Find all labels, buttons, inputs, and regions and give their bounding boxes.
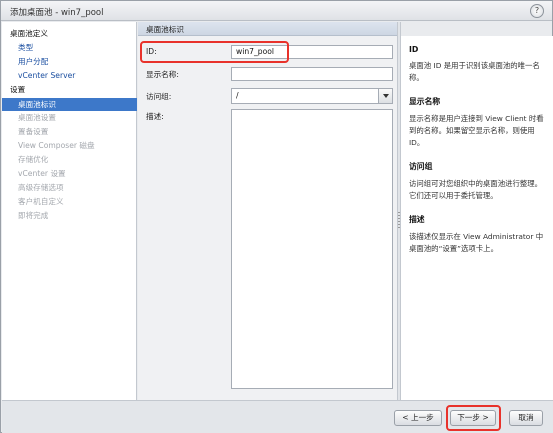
help-panel: ID 桌面池 ID 是用于识别该桌面池的唯一名称。 显示名称 显示名称是用户连接… [401,36,553,400]
nav-item-vcenter-server[interactable]: vCenter Server [2,70,137,82]
next-button-highlight [446,405,501,431]
access-group-label: 访问组: [146,92,172,101]
wizard-nav: 桌面池定义 类型 用户分配 vCenter Server 设置 桌面池标识 桌面… [2,22,137,400]
display-name-field[interactable] [231,67,393,81]
dialog-footer: < 上一步 下一步 > 取消 [2,400,553,433]
section-title: 桌面池标识 [146,25,184,34]
dialog-title: 添加桌面池 - win7_pool [10,8,104,18]
cancel-button[interactable]: 取消 [509,410,543,426]
splitter-grip-icon[interactable] [398,212,400,228]
nav-item-pool-identification[interactable]: 桌面池标识 [2,98,137,111]
add-pool-dialog: 添加桌面池 - win7_pool ? 桌面池定义 类型 用户分配 vCente… [0,0,553,433]
help-title-access-group: 访问组 [409,162,433,171]
nav-item-ready-to-complete: 即将完成 [18,211,49,220]
help-text-access-group: 访问组可对您组织中的桌面池进行整理。它们还可以用于委托管理。 [409,179,543,200]
access-group-select[interactable]: / [231,88,393,104]
nav-item-pool-settings: 桌面池设置 [18,113,56,122]
nav-item-composer-disks: View Composer 磁盘 [18,141,95,150]
help-text-id: 桌面池 ID 是用于识别该桌面池的唯一名称。 [409,61,540,82]
nav-item-advanced-storage: 高级存储选项 [18,183,64,192]
help-text-description: 该描述仅显示在 View Administrator 中桌面池的“设置”选项卡上… [409,232,544,253]
description-textarea[interactable] [231,109,393,389]
nav-item-user-assignment[interactable]: 用户分配 [2,56,137,68]
id-field-highlight [140,41,289,63]
nav-section-settings: 设置 [10,85,26,94]
display-name-label: 显示名称: [146,70,179,79]
dialog-titlebar: 添加桌面池 - win7_pool ? [1,1,552,21]
pool-identification-form: ID: win7_pool 显示名称: 访问组: / 描述: [138,36,397,400]
nav-section-pool-definition: 桌面池定义 [10,29,48,38]
nav-item-provisioning-settings: 置备设置 [18,127,49,136]
description-label: 描述: [146,112,164,121]
help-title-description: 描述 [409,215,425,224]
help-title-display-name: 显示名称 [409,97,441,106]
nav-item-storage-optimization: 存储优化 [18,155,49,164]
chevron-down-icon[interactable] [378,89,392,103]
section-header: 桌面池标识 [138,22,397,36]
back-button[interactable]: < 上一步 [394,410,442,426]
access-group-value: / [236,91,239,100]
help-icon[interactable]: ? [530,4,544,18]
nav-item-vcenter-settings: vCenter 设置 [18,169,66,178]
nav-item-type[interactable]: 类型 [2,42,137,54]
nav-item-guest-customization: 客户机自定义 [18,197,64,206]
help-text-display-name: 显示名称是用户连接到 View Client 时看到的名称。如果留空显示名称，则… [409,114,544,147]
help-title-id: ID [409,45,419,54]
